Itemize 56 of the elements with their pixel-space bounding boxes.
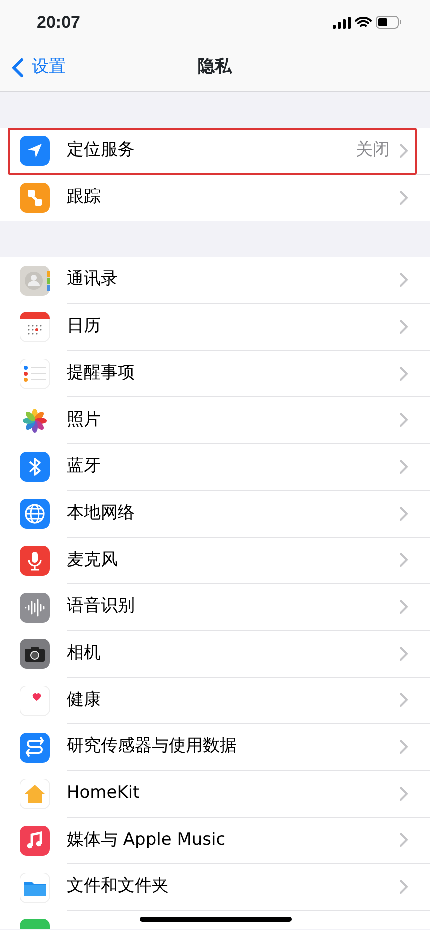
chevron-icon (400, 413, 408, 428)
row-label: 照片 (67, 408, 102, 432)
page-title: 隐私 (198, 57, 232, 78)
row-label: 提醒事项 (67, 362, 136, 385)
chevron-icon (400, 460, 408, 474)
chevron-icon (400, 506, 408, 521)
row-label: 媒体与 Apple Music (67, 828, 227, 852)
folder-icon (20, 872, 50, 903)
research-icon (20, 732, 50, 763)
row-label: 麦克风 (67, 548, 119, 572)
chevron-icon (400, 600, 408, 614)
tracking-icon (20, 183, 50, 214)
row-label: 研究传感器与使用数据 (67, 735, 238, 758)
chevron-icon (400, 366, 408, 381)
chevron-icon (400, 786, 408, 801)
chevron-icon (400, 144, 408, 158)
chevron-icon (400, 273, 408, 288)
battery-icon (376, 16, 402, 29)
back-button[interactable]: 设置 (0, 55, 66, 81)
house-icon (20, 779, 50, 810)
chevron-icon (400, 320, 408, 334)
wifi-icon (355, 16, 372, 28)
heart-icon (20, 686, 50, 716)
back-chevron-icon (12, 58, 24, 78)
reminders-icon (20, 359, 50, 390)
calendar-icon (20, 312, 50, 342)
row-label: 蓝牙 (67, 455, 102, 478)
chevron-icon (400, 553, 408, 568)
chevron-icon (400, 646, 408, 661)
row-label: 日历 (67, 315, 102, 338)
chevron-icon (400, 740, 408, 754)
camera-icon (20, 639, 50, 670)
chevron-icon (400, 833, 408, 848)
bluetooth-icon (20, 452, 50, 482)
row-label: HomeKit (67, 782, 141, 806)
fitness-icon (20, 919, 50, 929)
chevron-icon (400, 191, 408, 206)
waveform-icon (20, 592, 50, 623)
music-note-icon (20, 826, 50, 856)
status-time: 20:07 (37, 12, 80, 34)
chevron-icon (400, 693, 408, 708)
row-label: 定位服务 (67, 139, 136, 162)
row-label: 跟踪 (67, 186, 102, 210)
row-value: 关闭 (356, 139, 390, 162)
row-label: 健康 (67, 688, 102, 712)
location-icon (20, 136, 50, 166)
row-label: 文件和文件夹 (67, 875, 170, 898)
row-label: 相机 (67, 642, 102, 665)
row-label: 语音识别 (67, 595, 136, 618)
globe-icon (20, 499, 50, 530)
signal-icon (333, 16, 351, 28)
contacts-icon (20, 266, 50, 296)
chevron-icon (400, 880, 408, 894)
row-label: 通讯录 (67, 268, 119, 292)
microphone-icon (20, 546, 50, 576)
row-label: 本地网络 (67, 502, 136, 525)
